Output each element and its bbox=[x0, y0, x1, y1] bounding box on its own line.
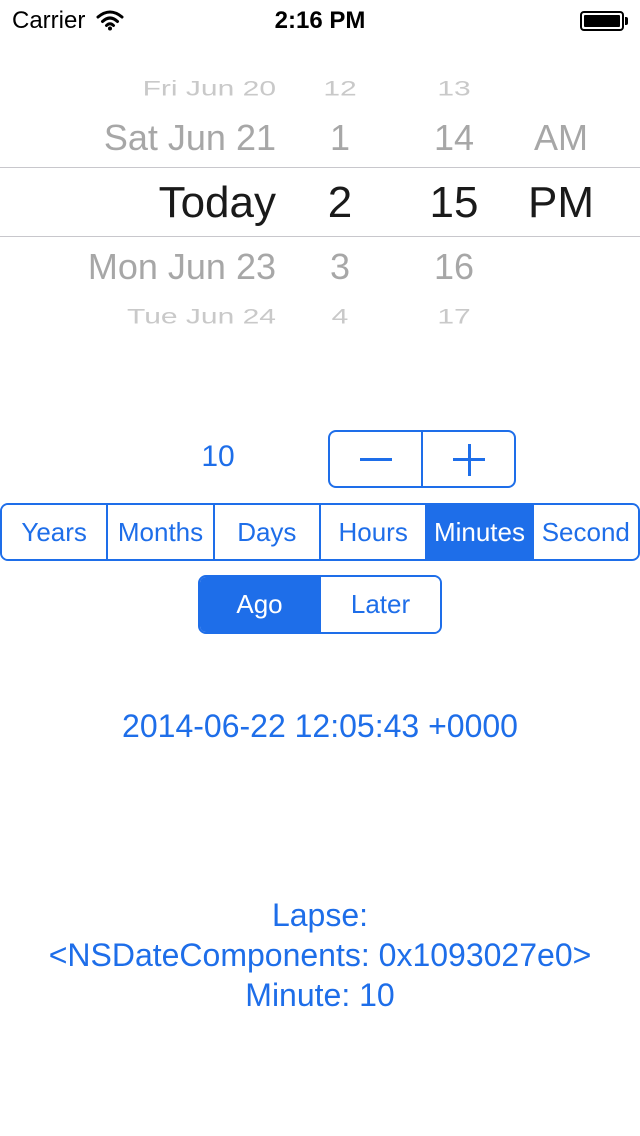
picker-hour-item[interactable]: 1 bbox=[300, 117, 380, 159]
picker-hour-selected[interactable]: 2 bbox=[300, 178, 380, 228]
picker-date-item[interactable]: Sat Jun 21 bbox=[104, 117, 276, 159]
count-value-label: 10 bbox=[201, 440, 235, 473]
battery-fill bbox=[584, 15, 620, 27]
direction-segmented-control[interactable]: Ago Later bbox=[198, 575, 442, 634]
decrement-button[interactable] bbox=[330, 432, 421, 486]
picker-date-column[interactable]: Fri Jun 20 Sat Jun 21 Today Mon Jun 23 T… bbox=[0, 60, 276, 350]
status-time: 2:16 PM bbox=[274, 7, 366, 34]
picker-date-item[interactable]: Tue Jun 24 bbox=[127, 305, 276, 329]
picker-minute-item[interactable]: 13 bbox=[412, 77, 496, 101]
picker-minute-selected[interactable]: 15 bbox=[412, 178, 496, 228]
segment-ago[interactable]: Ago bbox=[200, 577, 319, 632]
picker-ampm-item[interactable]: AM bbox=[516, 117, 606, 159]
picker-minute-column[interactable]: 13 14 15 16 17 bbox=[412, 60, 496, 350]
segment-hours[interactable]: Hours bbox=[318, 505, 426, 559]
minus-icon bbox=[360, 458, 392, 461]
picker-ampm-selected[interactable]: PM bbox=[516, 178, 606, 228]
battery-icon bbox=[580, 11, 628, 31]
lapse-description: Lapse: <NSDateComponents: 0x1093027e0> M… bbox=[0, 895, 640, 1015]
picker-date-item[interactable]: Fri Jun 20 bbox=[143, 77, 276, 101]
picker-hour-item[interactable]: 4 bbox=[300, 305, 380, 329]
segment-months[interactable]: Months bbox=[106, 505, 213, 559]
status-bar: Carrier 2:16 PM bbox=[0, 0, 640, 40]
picker-hour-column[interactable]: 12 1 2 3 4 bbox=[300, 60, 380, 350]
picker-hour-item[interactable]: 12 bbox=[300, 77, 380, 101]
picker-minute-item[interactable]: 17 bbox=[412, 305, 496, 329]
segment-seconds[interactable]: Second bbox=[531, 505, 638, 559]
lapse-title: Lapse: bbox=[271, 897, 369, 933]
increment-button[interactable] bbox=[421, 432, 514, 486]
picker-minute-item[interactable]: 14 bbox=[412, 117, 496, 159]
count-stepper[interactable] bbox=[328, 430, 516, 488]
segment-days[interactable]: Days bbox=[212, 505, 319, 559]
unit-segmented-control[interactable]: Years Months Days Hours Minutes Second bbox=[0, 503, 640, 561]
picker-ampm-column[interactable]: AM PM bbox=[516, 60, 606, 350]
segment-minutes[interactable]: Minutes bbox=[425, 505, 532, 559]
picker-minute-item[interactable]: 16 bbox=[412, 246, 496, 288]
segment-years[interactable]: Years bbox=[2, 505, 107, 559]
picker-hour-item[interactable]: 3 bbox=[300, 246, 380, 288]
date-time-picker[interactable]: Fri Jun 20 Sat Jun 21 Today Mon Jun 23 T… bbox=[0, 60, 640, 350]
lapse-components: <NSDateComponents: 0x1093027e0> bbox=[48, 937, 592, 973]
segment-later[interactable]: Later bbox=[319, 577, 440, 632]
picker-date-item[interactable]: Mon Jun 23 bbox=[88, 246, 276, 288]
result-date-label: 2014-06-22 12:05:43 +0000 bbox=[122, 708, 518, 744]
lapse-minute: Minute: 10 bbox=[245, 977, 395, 1013]
picker-date-selected[interactable]: Today bbox=[159, 178, 276, 228]
